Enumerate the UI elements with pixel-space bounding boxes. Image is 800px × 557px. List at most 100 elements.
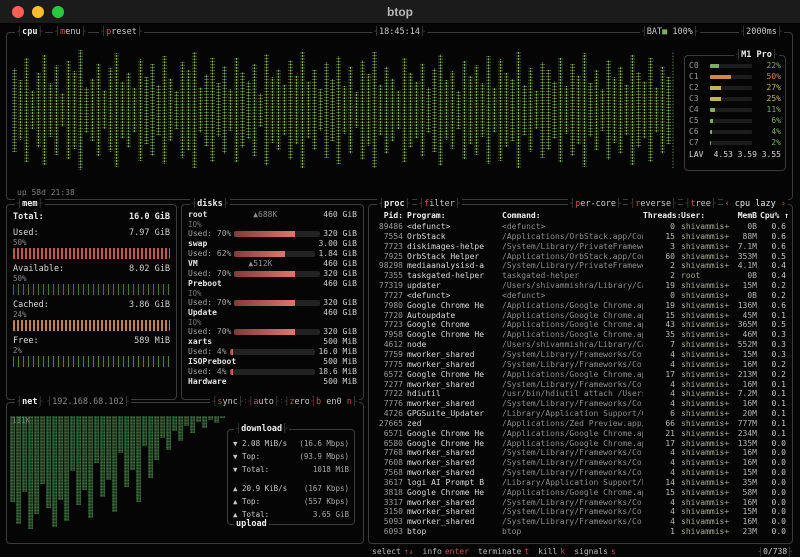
- proc-table-header: Pid: Program: Command: Threads: User: Me…: [369, 209, 792, 222]
- core-percent: 4%: [755, 126, 781, 137]
- cpu-graph-column: [588, 83, 593, 138]
- proc-sort-control[interactable]: ‹ cpu lazy ›: [723, 199, 788, 210]
- proc-tree-toggle[interactable]: tree: [683, 199, 718, 210]
- disk-used-value: 16.0 MiB: [318, 347, 357, 357]
- footer-action-key: ↑↓: [404, 547, 414, 556]
- disk-size: 460 GiB: [323, 210, 357, 220]
- process-row[interactable]: 6580Google Chrome He/Applications/Google…: [369, 439, 792, 449]
- process-row[interactable]: 3617logi AI Prompt B/Library/Application…: [369, 478, 792, 488]
- process-row[interactable]: 7723diskimages-helpe/System/Library/Priv…: [369, 242, 792, 252]
- footer-action-label: kill: [538, 547, 557, 556]
- process-row[interactable]: 98298mediaanalysisd-a/System/Library/Pri…: [369, 261, 792, 271]
- disk-used-line: Used: 70%320 GiB: [188, 229, 357, 239]
- disk-used-meter: [230, 349, 316, 355]
- cpu-graph-column: [354, 92, 359, 128]
- process-row[interactable]: 7608mworker_shared/System/Library/Framew…: [369, 458, 792, 468]
- menu-button[interactable]: menu: [53, 27, 88, 38]
- process-row[interactable]: 7277mworker_shared/System/Library/Framew…: [369, 380, 792, 390]
- minimize-button[interactable]: [32, 6, 44, 18]
- disk-used-label: Used: 62%: [188, 249, 231, 259]
- process-row[interactable]: 7776mworker_shared/System/Library/Framew…: [369, 399, 792, 409]
- footer-action[interactable]: killk: [538, 547, 565, 556]
- process-row[interactable]: 6093btopbtop1shivammis+23M0.0: [369, 527, 792, 537]
- clock: 18:45:14: [372, 27, 427, 38]
- process-row[interactable]: 7775mworker_shared/System/Library/Framew…: [369, 360, 792, 370]
- proc-box: proc filter per-core reverse tree ‹ cpu …: [368, 204, 793, 544]
- process-row[interactable]: 27665zed/Applications/Zed Preview.app/Co…: [369, 419, 792, 429]
- process-row[interactable]: 5093mworker_shared/System/Library/Framew…: [369, 517, 792, 527]
- process-row[interactable]: 4726GPGSuite_Updater/Library/Application…: [369, 409, 792, 419]
- lav-label: LAV: [689, 149, 703, 161]
- process-row[interactable]: 6572Google Chrome He/Applications/Google…: [369, 370, 792, 380]
- net-interface-switcher[interactable]: b en0 n: [309, 397, 359, 408]
- cpu-graph-column: [648, 58, 653, 161]
- cpu-graph-column: [228, 89, 233, 131]
- footer-action-key: enter: [445, 547, 469, 556]
- close-button[interactable]: [12, 6, 24, 18]
- core-meter: [710, 64, 752, 68]
- disks-box-title: disks: [190, 199, 230, 210]
- mem-stat-percent: 50%: [13, 238, 170, 247]
- disk-name: VM: [188, 259, 198, 269]
- disk-name: root: [188, 210, 207, 220]
- process-row[interactable]: 7723Google Chrome/Applications/Google Ch…: [369, 320, 792, 330]
- cpu-graph-column: [198, 87, 203, 133]
- footer-action[interactable]: select↑↓: [372, 547, 414, 556]
- core-meter: [710, 108, 752, 112]
- zoom-button[interactable]: [52, 6, 64, 18]
- disk-used-meter: [234, 300, 320, 306]
- process-row[interactable]: 7554OrbStack/Applications/OrbStack.app/C…: [369, 232, 792, 242]
- disk-name: xarts: [188, 337, 212, 347]
- disk-used-fill: [230, 349, 233, 355]
- footer-action[interactable]: infoenter: [423, 547, 469, 556]
- core-percent: 11%: [755, 104, 781, 115]
- process-row[interactable]: 3150mworker_shared/System/Library/Framew…: [369, 507, 792, 517]
- mem-graph: [13, 248, 170, 259]
- col-command: Command:: [502, 209, 643, 222]
- process-row[interactable]: 6571Google Chrome He/Applications/Google…: [369, 429, 792, 439]
- mem-stat-percent: 50%: [13, 274, 170, 283]
- refresh-rate-control[interactable]: 2000ms: [739, 27, 784, 38]
- core-name: C6: [689, 126, 707, 137]
- process-row[interactable]: 7568mworker_shared/System/Library/Framew…: [369, 468, 792, 478]
- process-row[interactable]: 7925OrbStack Helper/Applications/OrbStac…: [369, 252, 792, 262]
- footer-action[interactable]: signalss: [574, 547, 616, 556]
- net-sync-button[interactable]: sync: [210, 397, 245, 408]
- cpu-graph-column: [126, 72, 131, 148]
- process-row[interactable]: 7720Autoupdate/Applications/Google Chrom…: [369, 311, 792, 321]
- cpu-graph-column: [570, 64, 575, 155]
- footer-action[interactable]: terminatet: [478, 547, 529, 556]
- cpu-graph-column: [336, 56, 341, 163]
- disk-used-line: Used: 4%16.0 MiB: [188, 347, 357, 357]
- process-row[interactable]: 7759mworker_shared/System/Library/Framew…: [369, 350, 792, 360]
- process-row[interactable]: 3317mworker_shared/System/Library/Framew…: [369, 498, 792, 508]
- disk-used-label: Used: 70%: [188, 327, 231, 337]
- process-row[interactable]: 89486<defunct><defunct>0shivammis+0B0.6: [369, 222, 792, 232]
- mem-total-label: Total:: [13, 211, 44, 223]
- core-row: C6 4%: [689, 126, 781, 137]
- mem-stat: Free:589 MiB2%: [13, 336, 170, 367]
- preset-button[interactable]: preset: [99, 27, 144, 38]
- proc-reverse-toggle[interactable]: reverse: [628, 199, 678, 210]
- proc-per-core-toggle[interactable]: per-core: [568, 199, 623, 210]
- disk-used-value: 1.84 GiB: [318, 249, 357, 259]
- disk-used-line: Used: 70%320 GiB: [188, 298, 357, 308]
- disk-used-line: Used: 70%320 GiB: [188, 327, 357, 337]
- process-row[interactable]: 7980Google Chrome He/Applications/Google…: [369, 301, 792, 311]
- cpu-graph-column: [402, 58, 407, 163]
- net-auto-button[interactable]: auto: [246, 397, 281, 408]
- proc-filter-button[interactable]: filter: [417, 199, 462, 210]
- process-row[interactable]: 7727<defunct><defunct>0shivammis+0B0.2: [369, 291, 792, 301]
- net-download-lines: ▼ 2.08 MiB/s(16.6 Mbps)▼ Top:(93.9 Mbps)…: [233, 437, 349, 476]
- process-row[interactable]: 3818Google Chrome He/Applications/Google…: [369, 488, 792, 498]
- process-row[interactable]: 7355taskgated-helpertaskgated-helper2roo…: [369, 271, 792, 281]
- process-row[interactable]: 7768mworker_shared/System/Library/Framew…: [369, 448, 792, 458]
- process-row[interactable]: 4612node/Users/shivammishra/Library/Cach…: [369, 340, 792, 350]
- cpu-graph-column: [360, 60, 365, 161]
- process-row[interactable]: 7958Google Chrome He/Applications/Google…: [369, 330, 792, 340]
- cpu-graph-column: [162, 56, 167, 165]
- process-row[interactable]: 7722hdiutil/usr/bin/hdiutil attach /User…: [369, 389, 792, 399]
- net-upload-line: ▲ 20.9 KiB/s(167 Kbps): [233, 482, 349, 495]
- process-row[interactable]: 77319updater/Users/shivammishra/Library/…: [369, 281, 792, 291]
- cpu-graph-column: [78, 50, 83, 171]
